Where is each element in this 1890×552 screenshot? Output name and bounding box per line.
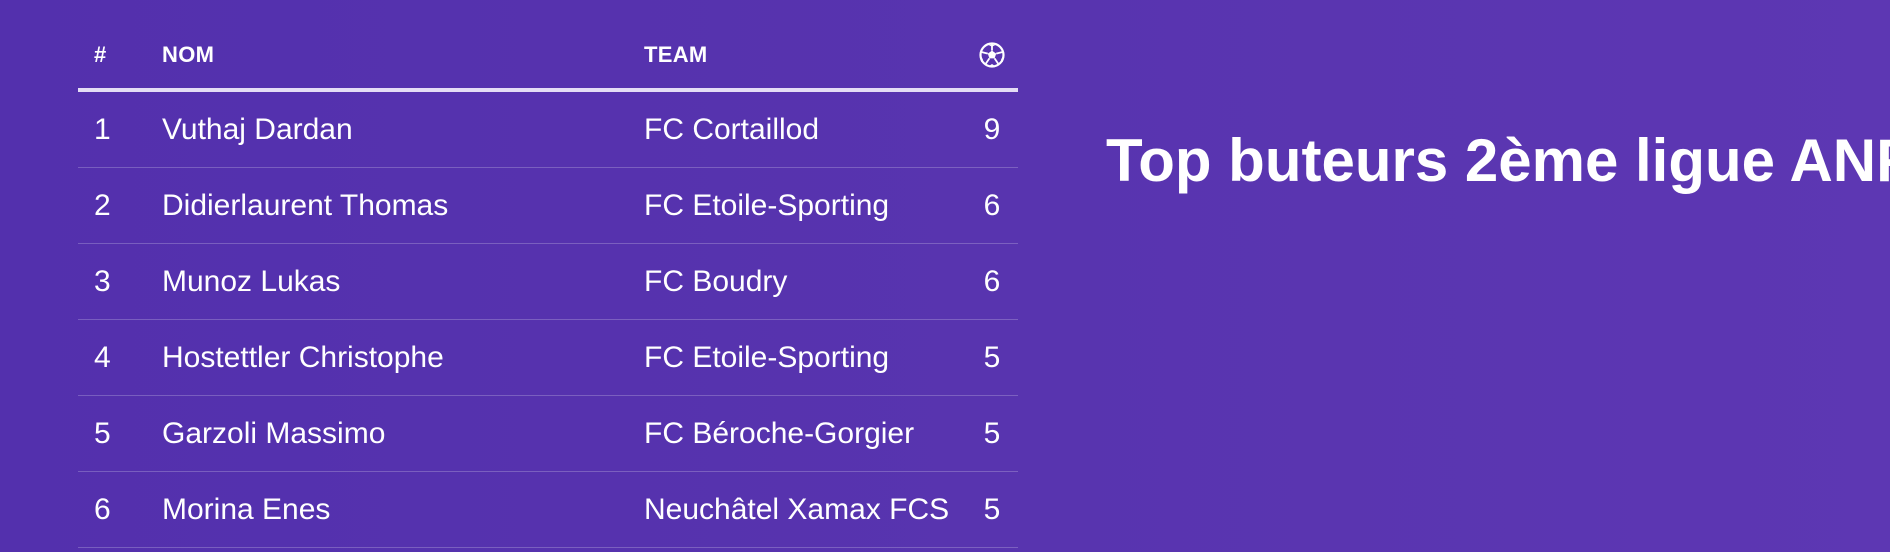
row-team: FC Etoile-Sporting bbox=[644, 188, 890, 222]
header-team: TEAM bbox=[644, 42, 708, 67]
row-goals: 5 bbox=[983, 416, 1001, 450]
row-team: FC Béroche-Gorgier bbox=[644, 416, 915, 450]
row-player-name: Hostettler Christophe bbox=[162, 340, 444, 374]
row-team: FC Boudry bbox=[644, 264, 788, 298]
row-rank: 2 bbox=[94, 188, 111, 222]
row-rank: 3 bbox=[94, 264, 111, 298]
row-team: FC Etoile-Sporting bbox=[644, 340, 890, 374]
row-player-name: Morina Enes bbox=[162, 492, 331, 526]
row-player-name: Vuthaj Dardan bbox=[162, 112, 353, 146]
row-rank: 6 bbox=[94, 492, 111, 526]
row-goals: 5 bbox=[983, 340, 1001, 374]
row-rank: 1 bbox=[94, 112, 111, 146]
top-scorers-table: # NOM TEAM 1 Vuthaj Dardan FC Cortaillod… bbox=[78, 22, 1018, 548]
table-row[interactable]: 2 Didierlaurent Thomas FC Etoile-Sportin… bbox=[78, 168, 1018, 244]
table-row[interactable]: 5 Garzoli Massimo FC Béroche-Gorgier 5 bbox=[78, 396, 1018, 472]
table-row[interactable]: 3 Munoz Lukas FC Boudry 6 bbox=[78, 244, 1018, 320]
row-team: FC Cortaillod bbox=[644, 112, 820, 146]
row-player-name: Munoz Lukas bbox=[162, 264, 341, 298]
row-player-name: Didierlaurent Thomas bbox=[162, 188, 449, 222]
header-rank: # bbox=[94, 42, 107, 67]
soccer-ball-icon bbox=[979, 42, 1005, 68]
row-rank: 4 bbox=[94, 340, 111, 374]
page-title: Top buteurs 2ème ligue ANF bbox=[1106, 127, 1890, 194]
row-goals: 6 bbox=[983, 188, 1001, 222]
row-goals: 9 bbox=[983, 112, 1001, 146]
header-name: NOM bbox=[162, 42, 215, 67]
row-goals: 5 bbox=[983, 492, 1001, 526]
table-row[interactable]: 4 Hostettler Christophe FC Etoile-Sporti… bbox=[78, 320, 1018, 396]
table-row[interactable]: 6 Morina Enes Neuchâtel Xamax FCS 5 bbox=[78, 472, 1018, 548]
table-row[interactable]: 1 Vuthaj Dardan FC Cortaillod 9 bbox=[78, 92, 1018, 168]
table-header: # NOM TEAM bbox=[78, 22, 1018, 92]
header-goals bbox=[966, 42, 1018, 68]
row-team: Neuchâtel Xamax FCS bbox=[644, 492, 950, 526]
row-goals: 6 bbox=[983, 264, 1001, 298]
row-player-name: Garzoli Massimo bbox=[162, 416, 386, 450]
row-rank: 5 bbox=[94, 416, 111, 450]
